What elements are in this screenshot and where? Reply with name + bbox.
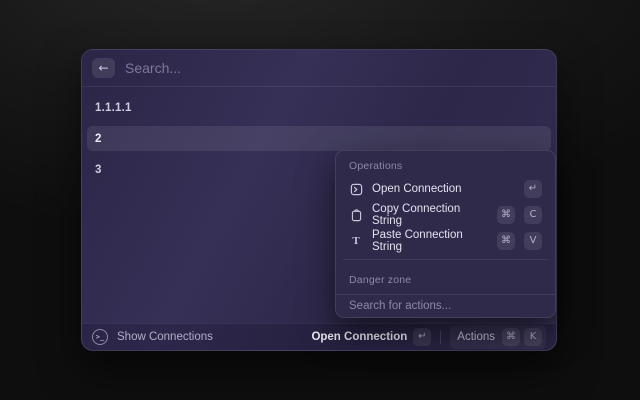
menu-item-label: Paste Connection String	[372, 229, 488, 253]
list-item-label: 1.1.1.1	[95, 102, 132, 114]
section-header-operations: Operations	[342, 151, 549, 176]
open-connection-label: Open Connection	[311, 331, 407, 343]
clipboard-icon	[349, 208, 363, 222]
menu-item-open-connection[interactable]: Open Connection ↵	[342, 176, 549, 202]
section-header-danger-zone: Danger zone	[342, 265, 549, 290]
k-key-badge: K	[524, 328, 542, 346]
menu-item-paste-connection-string[interactable]: T Paste Connection String ⌘ V	[342, 228, 549, 254]
status-bar-label: Show Connections	[117, 331, 213, 343]
text-icon: T	[349, 234, 363, 248]
actions-menu-list: Operations Open Connection ↵ Copy Connec…	[336, 151, 555, 296]
actions-menu: Operations Open Connection ↵ Copy Connec…	[335, 150, 556, 318]
search-input[interactable]	[125, 60, 546, 76]
actions-button-label: Actions	[457, 331, 495, 343]
enter-key-badge: ↵	[413, 328, 431, 346]
menu-item-label: Copy Connection String	[372, 203, 488, 227]
v-key-badge: V	[524, 232, 542, 250]
terminal-icon	[349, 182, 363, 196]
actions-search-bar	[336, 294, 555, 317]
cmd-key-badge: ⌘	[502, 328, 520, 346]
back-button[interactable]: ←	[92, 58, 115, 78]
open-connection-button[interactable]: Open Connection ↵	[311, 328, 431, 346]
search-bar: ←	[82, 50, 556, 87]
list-item-label: 2	[95, 133, 102, 145]
enter-key-badge: ↵	[524, 180, 542, 198]
status-bar-divider	[440, 330, 441, 344]
c-key-badge: C	[524, 206, 542, 224]
actions-search-input[interactable]	[349, 300, 542, 312]
cmd-key-badge: ⌘	[497, 232, 515, 250]
status-bar: >_ Show Connections Open Connection ↵ Ac…	[82, 323, 556, 350]
arrow-left-icon: ←	[98, 62, 108, 74]
list-item-label: 3	[95, 164, 102, 176]
menu-separator	[343, 259, 548, 260]
cmd-key-badge: ⌘	[497, 206, 515, 224]
list-item[interactable]: 1.1.1.1	[87, 95, 551, 120]
list-item-selected[interactable]: 2	[87, 126, 551, 151]
menu-item-label: Open Connection	[372, 183, 515, 195]
terminal-prompt-icon: >_	[92, 329, 108, 345]
actions-button[interactable]: Actions ⌘ K	[450, 325, 546, 349]
menu-item-copy-connection-string[interactable]: Copy Connection String ⌘ C	[342, 202, 549, 228]
